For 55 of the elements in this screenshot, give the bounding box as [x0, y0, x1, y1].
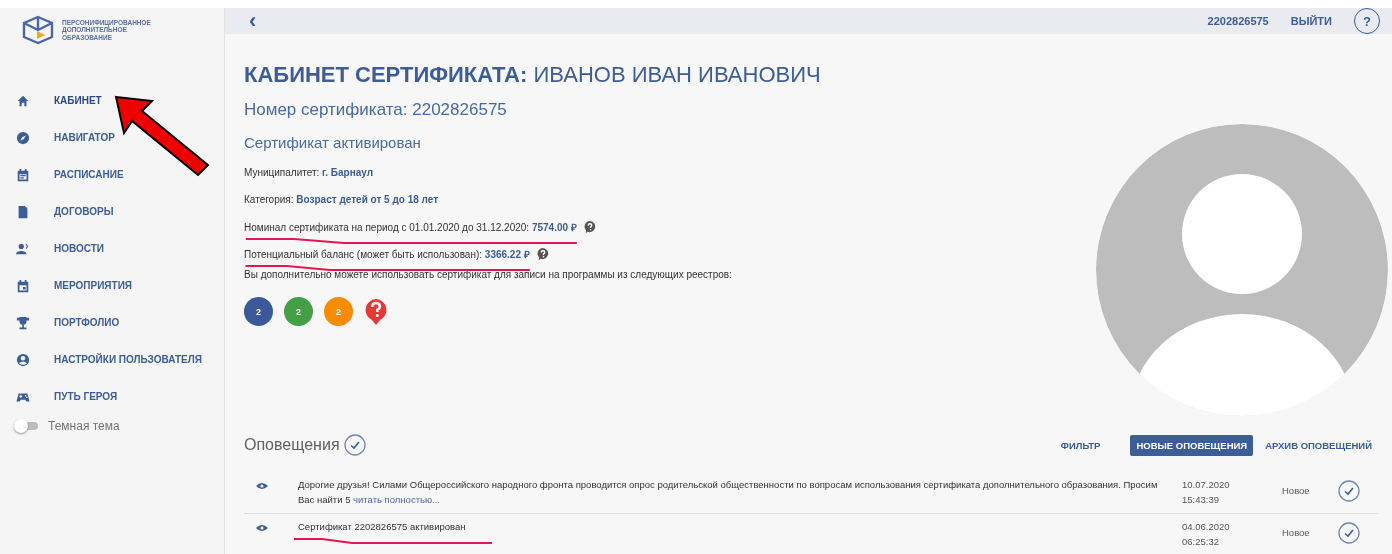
sidebar-item[interactable]: НАСТРОЙКИ ПОЛЬЗОВАТЕЛЯ [0, 341, 224, 378]
logo-icon [20, 15, 56, 45]
notification-text: Сертификат 2202826575 активирован [298, 520, 466, 532]
notification-tab[interactable]: АРХИВ ОПОВЕЩЕНИЙ [1259, 434, 1378, 456]
sidebar-item[interactable]: МЕРОПРИЯТИЯ [0, 267, 224, 304]
help-icon[interactable] [582, 219, 597, 234]
sidebar-item[interactable]: ДОГОВОРЫ [0, 193, 224, 230]
logout-button[interactable]: ВЫЙТИ [1290, 15, 1332, 28]
field-text: Муниципалитет: г. Барнаул [244, 167, 374, 179]
notification-status: Новое [1282, 526, 1311, 538]
sidebar-item[interactable]: ПУТЬ ГЕРОЯ [0, 378, 224, 415]
notification-tab[interactable]: ФИЛЬТР [1054, 434, 1107, 456]
calendar-icon [16, 167, 30, 182]
user-icon [16, 352, 30, 367]
field-text: Потенциальный баланс (может быть использован): 3366.22 ₽ [244, 248, 530, 260]
document-icon [16, 204, 30, 219]
account-number-link[interactable]: 2202826575 [1207, 15, 1269, 28]
registries-note: Вы дополнительно можете использовать сертификат для записи на программы из следующих реестров: [244, 269, 733, 281]
certificate-status: Сертификат активирован [244, 134, 422, 152]
registry-badge[interactable]: 2 [284, 297, 313, 327]
notification-time: 15:43:39 [1182, 493, 1220, 508]
notification-date: 10.07.2020 [1182, 478, 1231, 493]
read-more-link[interactable]: читать полностью... [353, 494, 440, 506]
sidebar-item[interactable]: РАСПИСАНИЕ [0, 156, 224, 193]
home-icon [16, 93, 30, 108]
mark-read-icon[interactable] [1338, 521, 1360, 544]
toggle-label: Темная тема [48, 419, 120, 433]
registry-badge[interactable]: 2 [244, 297, 273, 327]
sidebar-item[interactable]: КАБИНЕТ [0, 82, 224, 119]
speaker-icon [16, 241, 30, 256]
sidebar-item[interactable]: НОВОСТИ [0, 230, 224, 267]
field-text: Номинал сертификата на период с 01.01.2020 до 31.12.2020: 7574.00 ₽ [244, 221, 577, 233]
sidebar-item[interactable]: ПОРТФОЛИО [0, 304, 224, 341]
event-icon [16, 278, 30, 293]
question-icon[interactable] [364, 297, 388, 326]
back-button[interactable]: ‹ [249, 10, 257, 33]
trophy-icon [16, 315, 30, 330]
notification-tab[interactable]: НОВЫЕ ОПОВЕЩЕНИЯ [1130, 434, 1254, 456]
notifications-title: Оповещения [244, 436, 340, 455]
compass-icon [16, 130, 30, 145]
theme-toggle[interactable] [14, 419, 40, 433]
field-text: Категория: Возраст детей от 5 до 18 лет [244, 194, 439, 206]
eye-icon[interactable] [256, 523, 268, 532]
page-title: КАБИНЕТ СЕРТИФИКАТА: ИВАНОВ ИВАН ИВАНОВИЧ [244, 62, 822, 89]
certificate-number: Номер сертификата: 2202826575 [244, 100, 508, 121]
eye-icon[interactable] [256, 482, 268, 491]
notification-date: 04.06.2020 [1182, 519, 1231, 534]
notification-status: Новое [1282, 485, 1311, 497]
sidebar-item[interactable]: НАВИГАТОР [0, 119, 224, 156]
help-icon[interactable] [535, 246, 550, 261]
notification-time: 06:25:32 [1182, 534, 1220, 549]
mark-read-icon[interactable] [1338, 480, 1360, 503]
mark-all-read-icon[interactable] [343, 434, 366, 457]
avatar-placeholder-icon [1096, 124, 1388, 417]
notification-text: Дорогие друзья! Силами Общероссийского народного фронта проводится опрос родительской общественности по вопросам использования сертификата дополнительного образования. Просим Вас найти 5 читать полностью... [298, 479, 1158, 506]
